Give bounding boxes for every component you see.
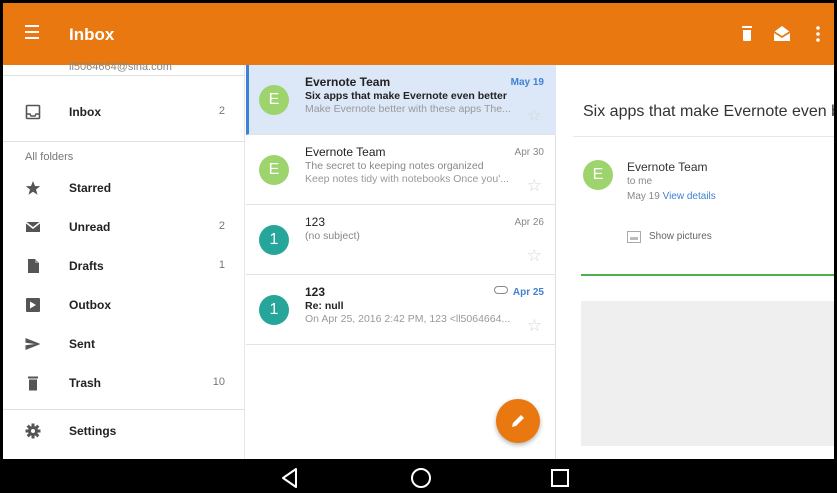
message-date: Apr 26 [514,217,544,228]
image-icon [627,231,641,243]
message-preview: Keep notes tidy with notebooks Once you'… [305,173,509,185]
envelope-icon [25,219,41,235]
drawer-item-label: Sent [69,337,96,351]
message-subject: Re: null [305,300,344,312]
drawer-item-sent[interactable]: Sent [3,325,245,363]
message-row[interactable]: 1 123 Apr 25 Re: null On Apr 25, 2016 2:… [246,275,556,345]
message-row[interactable]: E Evernote Team Apr 30 The secret to kee… [246,135,556,205]
divider [3,141,245,142]
drawer-item-label: Settings [69,424,117,438]
message-preview: On Apr 25, 2016 2:42 PM, 123 <ll5064664.… [305,313,511,325]
sender-avatar: 1 [259,295,289,325]
divider [3,409,245,410]
message-date: Apr 25 [512,287,544,298]
message-date: May 19 [627,191,660,202]
recents-icon[interactable] [548,466,572,490]
sender-avatar: E [583,160,613,190]
message-preview: Make Evernote better with these apps The… [305,103,511,115]
home-icon[interactable] [409,466,433,490]
message-list: E Evernote Team May 19 Six apps that mak… [246,65,556,459]
star-icon[interactable]: ☆ [527,317,542,334]
sender-avatar: E [259,155,289,185]
sender-avatar: 1 [259,225,289,255]
more-vert-icon[interactable] [807,23,829,45]
drawer-item-label: Inbox [69,105,101,119]
draft-icon [25,258,41,274]
message-sender: 123 [305,285,326,299]
message-sender: 123 [305,215,326,229]
drawer-item-drafts[interactable]: Drafts 1 [3,247,245,285]
inbox-icon [25,104,41,120]
drawer-item-inbox[interactable]: Inbox 2 [3,93,245,131]
drawer-item-label: Unread [69,220,111,234]
message-subject: The secret to keeping notes organized [305,160,484,172]
item-count: 1 [218,259,225,271]
star-icon[interactable]: ☆ [527,107,542,124]
unread-count: 2 [218,105,225,117]
message-row[interactable]: 1 123 Apr 26 (no subject) ☆ [246,205,556,275]
trash-icon [25,375,41,391]
mark-read-icon[interactable] [771,23,793,45]
drawer-item-trash[interactable]: Trash 10 [3,364,245,402]
system-nav-bar [3,459,834,493]
drawer-item-outbox[interactable]: Outbox [3,286,245,324]
send-icon [25,336,41,352]
attachment-icon [494,286,508,294]
star-icon[interactable]: ☆ [527,247,542,264]
star-icon [25,180,41,196]
gear-icon [25,423,41,439]
compose-button[interactable] [496,399,540,443]
email-app-window: Inbox ll5064664@sina.com Inbox 2 All fol… [0,0,837,493]
show-pictures-label: Show pictures [649,231,712,242]
divider [581,274,834,276]
star-icon[interactable]: ☆ [527,177,542,194]
message-date-line: May 19 View details [627,191,716,202]
view-details-link[interactable]: View details [663,191,716,202]
divider [573,136,834,137]
folders-header: All folders [25,151,74,163]
drawer-item-label: Drafts [69,259,104,273]
app-bar: Inbox [3,3,834,65]
divider [3,75,245,76]
drawer-item-label: Starred [69,181,112,195]
reading-pane: Six apps that make Evernote even b E Eve… [557,65,837,459]
message-sender: Evernote Team [305,75,391,89]
item-count: 10 [212,376,225,388]
drawer-item-settings[interactable]: Settings [3,412,245,450]
account-email: ll5064664@sina.com [69,61,172,73]
page-title: Inbox [69,25,115,44]
delete-icon[interactable] [736,23,758,45]
message-date: Apr 30 [514,147,544,158]
sender-avatar: E [259,85,289,115]
recipient-line: to me [627,176,653,187]
drawer-item-label: Outbox [69,298,111,312]
message-subject-heading: Six apps that make Evernote even b [583,103,837,120]
message-date: May 19 [510,77,544,88]
pencil-icon [512,415,524,427]
menu-icon[interactable] [21,25,43,41]
message-row[interactable]: E Evernote Team May 19 Six apps that mak… [246,65,556,135]
message-body [581,301,834,446]
drawer-item-label: Trash [69,376,102,390]
navigation-drawer: ll5064664@sina.com Inbox 2 All folders S… [3,61,245,459]
message-subject: Six apps that make Evernote even better [305,90,507,102]
drawer-item-starred[interactable]: Starred [3,169,245,207]
back-icon[interactable] [278,466,302,490]
drawer-item-unread[interactable]: Unread 2 [3,208,245,246]
message-subject: (no subject) [305,230,360,242]
message-sender: Evernote Team [305,145,386,159]
outbox-icon [25,297,41,313]
sender-name: Evernote Team [627,160,708,174]
item-count: 2 [218,220,225,232]
